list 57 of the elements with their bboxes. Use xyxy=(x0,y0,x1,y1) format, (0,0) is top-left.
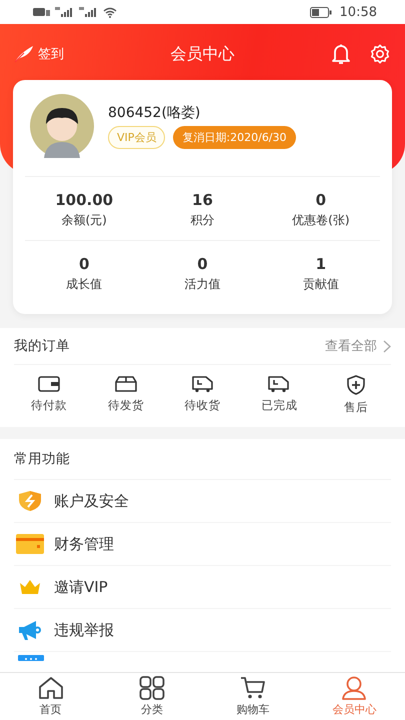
order-status-button[interactable]: 售后 xyxy=(325,375,387,415)
order-status-button[interactable]: 待发货 xyxy=(94,375,157,415)
wallet-icon xyxy=(38,375,60,393)
stat-value[interactable]: 1 xyxy=(316,255,326,273)
home-icon xyxy=(38,676,64,700)
feather-icon xyxy=(14,45,34,63)
check-in-button[interactable]: 签到 xyxy=(14,45,64,63)
chevron-icon xyxy=(383,340,391,352)
section-title: 我的订单 xyxy=(14,337,70,355)
grid-icon xyxy=(138,676,165,700)
stat-value[interactable]: 0 xyxy=(316,191,326,209)
function-item[interactable]: 邀请VIP xyxy=(14,566,391,609)
stat-label: 优惠卷(张) xyxy=(292,212,350,229)
battery-icon xyxy=(310,6,332,18)
user-name: 806452(咯娄) xyxy=(108,104,202,122)
order-status-button[interactable]: 已完成 xyxy=(248,375,310,415)
order-status-button[interactable]: 待收货 xyxy=(172,375,234,415)
stat-value[interactable]: 0 xyxy=(78,255,90,273)
signal-icon xyxy=(55,7,75,17)
avatar[interactable] xyxy=(30,94,94,158)
truck-icon xyxy=(190,375,214,393)
card-icon xyxy=(16,534,44,554)
box-icon xyxy=(114,375,137,393)
cart-icon xyxy=(240,676,266,700)
hd-icon xyxy=(33,7,51,17)
view-all-link[interactable]: 查看全部 xyxy=(325,337,391,355)
status-time: 10:58 xyxy=(340,4,377,20)
function-item[interactable]: 违规举报 xyxy=(14,609,391,652)
stat-value[interactable]: 16 xyxy=(192,191,213,209)
shield-icon xyxy=(18,490,42,512)
vip-badge: VIP会员 xyxy=(108,126,166,148)
shield-plus-icon xyxy=(346,375,366,395)
stat-label: 成长值 xyxy=(66,276,102,293)
stat-value[interactable]: 100.00 xyxy=(55,191,114,209)
truck-icon xyxy=(267,375,292,393)
tab-bar-item[interactable]: 首页 xyxy=(0,673,102,720)
order-status-button[interactable]: 待付款 xyxy=(18,375,80,415)
stat-label: 余额(元) xyxy=(61,212,107,229)
signal-icon xyxy=(79,7,99,17)
tab-bar-item[interactable]: 分类 xyxy=(101,673,202,720)
function-item[interactable]: 账户及安全 xyxy=(14,480,391,523)
page-title: 会员中心 xyxy=(170,44,234,64)
bell-icon[interactable] xyxy=(331,43,351,65)
chat-icon xyxy=(18,655,44,661)
tab-bar-item[interactable]: 购物车 xyxy=(202,673,304,720)
stat-value[interactable]: 0 xyxy=(197,255,208,273)
stat-label: 积分 xyxy=(190,212,214,229)
stat-label: 活力值 xyxy=(184,276,220,293)
section-title: 常用功能 xyxy=(14,450,70,468)
crown-icon xyxy=(19,579,41,595)
expiry-badge: 复消日期:2020/6/30 xyxy=(173,126,296,148)
user-icon xyxy=(341,676,368,700)
settings-icon[interactable] xyxy=(369,43,391,65)
wifi-icon xyxy=(103,6,117,18)
function-item[interactable]: 财务管理 xyxy=(14,523,391,566)
megaphone-icon xyxy=(18,619,42,641)
stat-label: 贡献值 xyxy=(302,276,339,293)
